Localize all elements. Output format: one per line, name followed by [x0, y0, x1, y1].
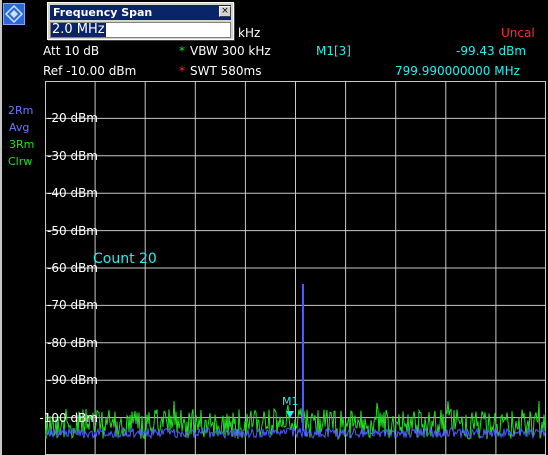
swt-coupled-marker: * [179, 64, 185, 78]
marker-level: -99.43 dBm [456, 44, 527, 58]
marker-m1-label: M1 [282, 395, 299, 408]
frequency-span-value: 2.0 MHz [51, 22, 106, 37]
count-label: Count 20 [93, 251, 157, 267]
dialog-title: Frequency Span [53, 6, 153, 19]
marker-name: M1[3] [316, 44, 351, 58]
trace-2-label: 2Rm [8, 104, 34, 117]
y-axis-label: -90 dBm [47, 373, 98, 388]
trace-3-mode: Clrw [8, 155, 33, 168]
close-icon[interactable]: × [219, 6, 231, 17]
trace-2-mode: Avg [9, 121, 30, 134]
vbw-readout: VBW 300 kHz [190, 44, 271, 58]
y-axis-label: -50 dBm [47, 223, 98, 238]
span-unit-hint: kHz [238, 26, 261, 40]
screen-left-border [0, 0, 2, 455]
dialog-title-bar[interactable]: Frequency Span [50, 5, 231, 20]
y-axis-label: -30 dBm [47, 148, 98, 163]
y-axis-label: -40 dBm [47, 186, 98, 201]
y-axis-label: -80 dBm [47, 335, 98, 350]
reference-level-readout: Ref -10.00 dBm [43, 64, 137, 78]
vbw-coupled-marker: * [179, 44, 185, 58]
y-axis-label: -100 dBm [39, 410, 98, 425]
attenuation-readout: Att 10 dB [43, 44, 100, 58]
sweep-time-readout: SWT 580ms [190, 64, 262, 78]
y-axis-label: -70 dBm [47, 298, 98, 313]
uncal-status: Uncal [501, 26, 535, 40]
marker-frequency: 799.990000000 MHz [395, 64, 520, 78]
trace-3-label: 3Rm [9, 138, 35, 151]
y-axis-label: -20 dBm [47, 111, 98, 126]
rohde-schwarz-logo-icon [3, 3, 25, 25]
frequency-span-input[interactable]: 2.0 MHz [50, 22, 231, 38]
y-axis-label: -60 dBm [47, 261, 98, 275]
frequency-span-dialog[interactable]: Frequency Span × 2.0 MHz [47, 2, 234, 40]
